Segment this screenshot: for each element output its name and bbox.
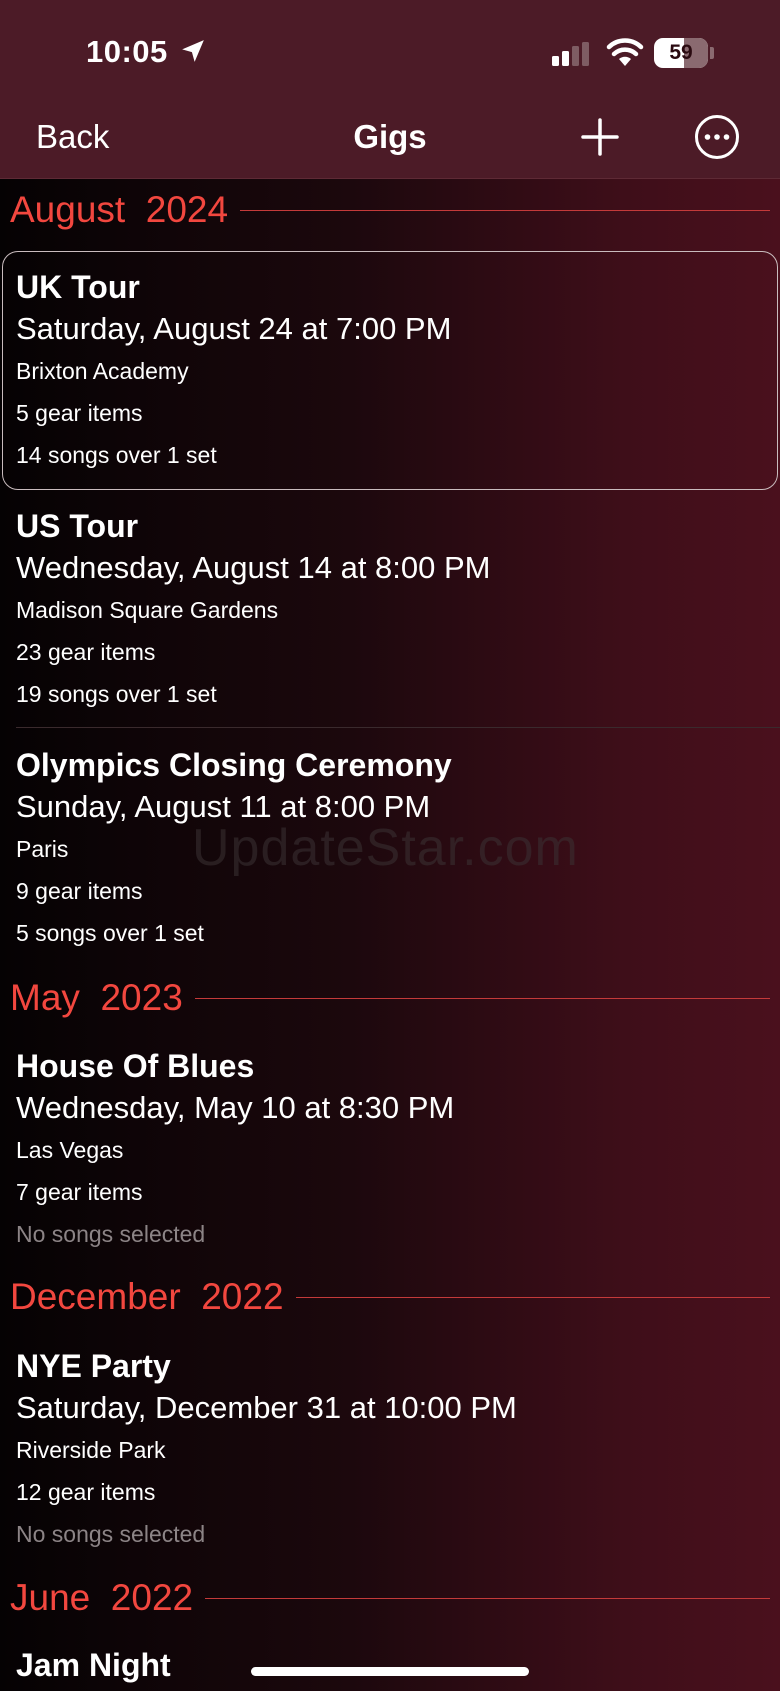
gig-row-uk-tour[interactable]: UK Tour Saturday, August 24 at 7:00 PM B… — [0, 251, 780, 490]
section-divider — [205, 1597, 770, 1599]
section-divider — [240, 209, 770, 211]
gig-venue: Madison Square Gardens — [16, 597, 279, 623]
more-options-icon[interactable] — [694, 114, 740, 160]
cellular-signal-icon — [552, 42, 589, 66]
navigation-bar: 10:05 59 Back Gigs — [0, 0, 780, 179]
section-title: December 2022 — [10, 1276, 284, 1317]
watermark: UpdateStar.com — [192, 819, 579, 877]
section-header-june-2022: June 2022 — [10, 1574, 770, 1622]
gig-name: Jam Night — [16, 1647, 171, 1683]
add-gig-icon[interactable] — [580, 117, 620, 157]
gig-name: NYE Party — [16, 1348, 171, 1384]
wifi-icon — [606, 38, 644, 66]
gig-venue: Las Vegas — [16, 1137, 124, 1163]
gig-name: US Tour — [16, 508, 139, 544]
gig-gear-count: 7 gear items — [16, 1179, 143, 1205]
battery-icon: 59 — [654, 38, 708, 68]
status-time: 10:05 — [86, 34, 168, 69]
gig-date: Wednesday, August 14 at 8:00 PM — [16, 550, 491, 585]
battery-level: 59 — [669, 41, 693, 64]
gig-gear-count: 12 gear items — [16, 1479, 156, 1505]
gig-row-nye-party[interactable]: NYE Party Saturday, December 31 at 10:00… — [0, 1330, 780, 1570]
gig-song-count: 19 songs over 1 set — [16, 681, 217, 707]
section-header-december-2022: December 2022 — [10, 1273, 770, 1321]
gig-song-count: 5 songs over 1 set — [16, 920, 204, 946]
gig-date: Wednesday, May 10 at 8:30 PM — [16, 1090, 455, 1125]
gig-gear-count: 9 gear items — [16, 878, 143, 904]
gig-row-us-tour[interactable]: US Tour Wednesday, August 14 at 8:00 PM … — [0, 490, 780, 728]
location-arrow-icon — [182, 40, 204, 62]
gig-name: UK Tour — [16, 269, 140, 305]
section-title: June 2022 — [10, 1577, 194, 1618]
section-header-may-2023: May 2023 — [10, 974, 770, 1022]
page-title: Gigs — [353, 118, 427, 155]
gig-gear-count: 23 gear items — [16, 639, 156, 665]
gig-song-count: 14 songs over 1 set — [16, 442, 217, 468]
gig-name: House Of Blues — [16, 1048, 255, 1084]
section-header-august-2024: August 2024 — [10, 186, 770, 234]
gig-song-count: No songs selected — [16, 1221, 206, 1247]
gig-venue: Brixton Academy — [16, 358, 189, 384]
gig-row-jam-night[interactable]: Jam Night — [0, 1630, 780, 1691]
row-separator — [16, 727, 780, 728]
home-indicator[interactable] — [251, 1667, 529, 1676]
gig-venue: Paris — [16, 836, 69, 862]
battery-tip — [710, 47, 714, 59]
gig-date: Saturday, August 24 at 7:00 PM — [16, 311, 452, 346]
gig-name: Olympics Closing Ceremony — [16, 747, 452, 783]
gig-gear-count: 5 gear items — [16, 400, 143, 426]
gig-venue: Riverside Park — [16, 1437, 166, 1463]
section-divider — [194, 997, 770, 999]
gig-song-count: No songs selected — [16, 1521, 206, 1547]
section-title: May 2023 — [10, 977, 183, 1018]
gig-date: Saturday, December 31 at 10:00 PM — [16, 1390, 517, 1425]
section-title: August 2024 — [10, 189, 229, 230]
section-divider — [295, 1296, 770, 1298]
gig-row-house-of-blues[interactable]: House Of Blues Wednesday, May 10 at 8:30… — [0, 1030, 780, 1270]
